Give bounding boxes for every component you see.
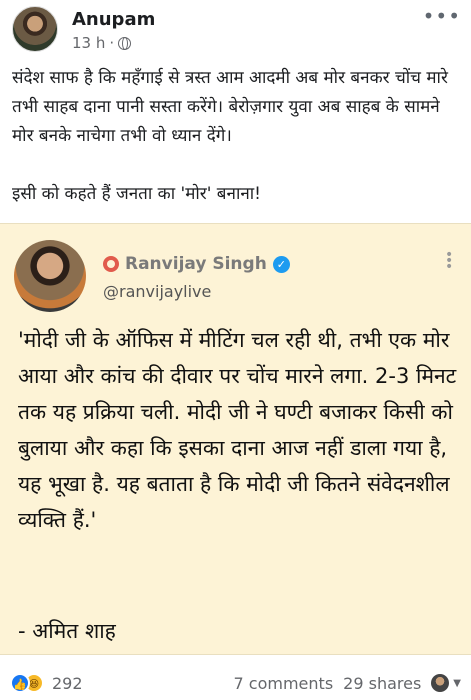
reaction-count: 292 (52, 673, 83, 693)
chevron-down-icon[interactable]: ▼ (453, 678, 461, 689)
globe-icon (118, 36, 132, 50)
tweet-author-handle: @ranvijaylive (103, 282, 212, 301)
meta-separator: · (109, 34, 115, 52)
post-paragraph-2: इसी को कहते हैं जनता का 'मोर' बनाना! (12, 184, 261, 204)
like-icon: 👍 (10, 673, 30, 693)
author-name[interactable]: Anupam (72, 9, 155, 30)
tweet-text: 'मोदी जी के ऑफिस में मीटिंग चल रही थी, त… (18, 328, 457, 532)
post-meta: 13 h · (72, 34, 132, 52)
post-header: Anupam 13 h · ••• (12, 4, 461, 52)
tweet-signature: - अमित शाह (18, 619, 116, 643)
post-paragraph-1: संदेश साफ है कि महँगाई से त्रस्त आम आदमी… (12, 68, 448, 146)
reactions-summary[interactable]: 👍 😆 292 (10, 673, 83, 693)
tweet-author-name: Ranvijay Singh (125, 254, 267, 274)
tweet-author-avatar (14, 240, 86, 312)
shared-tweet-card[interactable]: Ranvijay Singh ✓ @ranvijaylive • • • 'मोदी… (0, 223, 471, 655)
post-time[interactable]: 13 h (72, 34, 105, 52)
engagement-counts: 7 comments 29 shares ▼ (234, 674, 461, 693)
verified-icon: ✓ (272, 255, 290, 273)
tweet-more-icon: • • • (445, 247, 454, 275)
post-text: संदेश साफ है कि महँगाई से त्रस्त आम आदमी… (12, 64, 464, 209)
shares-count[interactable]: 29 shares (343, 674, 421, 693)
more-options-icon[interactable]: ••• (423, 4, 461, 28)
post-footer: 👍 😆 292 7 comments 29 shares ▼ (10, 670, 461, 696)
author-avatar[interactable] (12, 6, 58, 52)
tweet-author-row: Ranvijay Singh ✓ (103, 254, 290, 274)
brand-logo-icon (103, 256, 119, 272)
comments-count[interactable]: 7 comments (234, 674, 334, 693)
viewer-avatar[interactable] (431, 674, 450, 692)
